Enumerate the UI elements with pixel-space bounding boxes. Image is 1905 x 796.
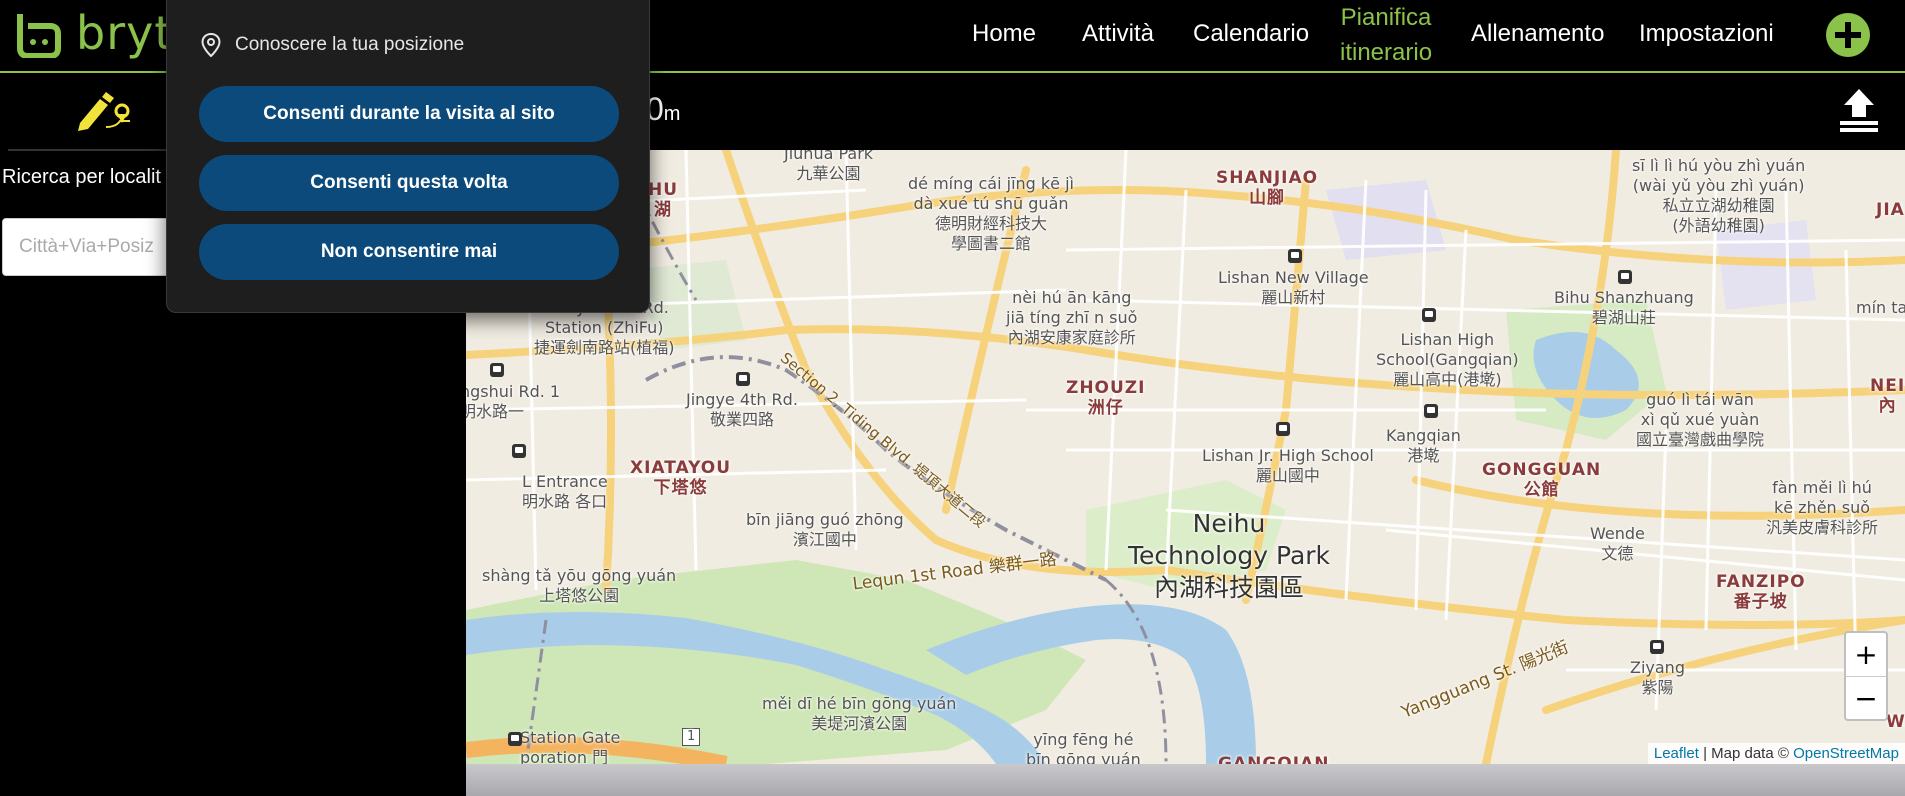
bus-stop-icon[interactable] <box>1618 270 1632 284</box>
bus-stop-icon[interactable] <box>736 372 750 386</box>
allow-while-visiting-button[interactable]: Consenti durante la visita al sito <box>199 86 619 142</box>
map-label: ZHOUZI 洲仔 <box>1066 378 1146 418</box>
permission-question: Conoscere la tua posizione <box>201 33 464 57</box>
map-label: yīng fēng hé bīn gōng yuán <box>1026 730 1141 764</box>
bus-stop-icon[interactable] <box>1288 249 1302 263</box>
map-header: 0m <box>466 73 1905 150</box>
map-label: Wende 文德 <box>1590 524 1645 563</box>
map-label: Jiuhua Park 九華公園 <box>784 150 874 183</box>
location-pin-icon <box>201 33 221 57</box>
map-label: FANZIPO 番子坡 <box>1716 572 1806 612</box>
map-label: Bihu Shanzhuang 碧湖山莊 <box>1554 288 1694 327</box>
nav-attivita[interactable]: Attività <box>1082 20 1154 48</box>
map-label: ngshui Rd. 1 明水路一 <box>466 382 561 421</box>
map-label: guó lì tái wān xì qǔ xué yuàn 國立臺灣戲曲學院 <box>1636 390 1765 449</box>
plus-circle-icon <box>1835 22 1861 48</box>
brand-logo-icon[interactable] <box>16 12 62 58</box>
nav-impostazioni[interactable]: Impostazioni <box>1639 20 1774 48</box>
nav-pianifica-itinerario[interactable]: Pianifica itinerario <box>1340 0 1432 70</box>
nav-active-line2: itinerario <box>1340 39 1433 66</box>
bus-stop-icon[interactable] <box>1424 404 1438 418</box>
map-label: sī lì lì hú yòu zhì yuán (wài yǔ yòu zhì … <box>1632 156 1806 235</box>
route-distance: 0m <box>646 91 680 128</box>
attribution-text: | Map data © <box>1698 745 1794 762</box>
upload-icon[interactable] <box>1836 87 1882 133</box>
nav-home[interactable]: Home <box>972 20 1036 48</box>
never-allow-button[interactable]: Non consentire mai <box>199 224 619 280</box>
leaflet-link[interactable]: Leaflet <box>1654 745 1699 762</box>
permission-question-text: Conoscere la tua posizione <box>235 34 465 55</box>
nav-calendario[interactable]: Calendario <box>1193 20 1309 48</box>
map-route-marker: 1 <box>682 728 701 746</box>
map-label: NEI 內 <box>1870 376 1905 416</box>
map-label: JIA <box>1876 200 1905 220</box>
map-label: XIATAYOU 下塔悠 <box>630 458 732 498</box>
allow-this-time-button[interactable]: Consenti questa volta <box>199 155 619 211</box>
map-label: GANGQIAN <box>1218 754 1330 764</box>
map-label: Jingye 4th Rd. 敬業四路 <box>686 390 798 429</box>
map-label: fàn měi lì hú kē zhěn suǒ 汎美皮膚科診所 <box>1766 478 1879 537</box>
map-attribution: Leaflet | Map data © OpenStreetMap <box>1647 743 1905 764</box>
bus-stop-icon[interactable] <box>512 444 526 458</box>
map-tiles <box>466 150 1905 764</box>
map-label: Lishan New Village 麗山新村 <box>1218 268 1369 307</box>
pencil-route-icon[interactable] <box>76 91 134 131</box>
location-permission-popup: Conoscere la tua posizione Consenti dura… <box>166 0 650 313</box>
map-label-neihu-technology-park: Neihu Technology Park 內湖科技園區 <box>1128 509 1331 602</box>
map-label: Station Gate poration 門 <box>520 728 621 764</box>
map-label: nèi hú ān kāng jiā tíng zhī n suǒ 內湖安康家庭診所 <box>1006 288 1138 347</box>
map-label: Kangqian 港墘 <box>1386 426 1461 465</box>
search-label: Ricerca per localit <box>2 166 161 188</box>
zoom-in-button[interactable]: + <box>1846 633 1886 676</box>
nav-active-line1: Pianifica <box>1340 4 1432 31</box>
map-label: WA <box>1886 712 1905 732</box>
bus-stop-icon[interactable] <box>508 732 522 746</box>
map-label: mín ta <box>1856 298 1905 317</box>
zoom-out-button[interactable]: − <box>1846 676 1886 720</box>
map-label: Ziyang 紫陽 <box>1630 658 1685 697</box>
map-label: GONGGUAN 公館 <box>1482 460 1602 500</box>
map-label: L Entrance 明水路 各口 <box>522 472 608 511</box>
nav-allenamento[interactable]: Allenamento <box>1471 20 1604 48</box>
add-button[interactable] <box>1826 13 1870 57</box>
bus-stop-icon[interactable] <box>1276 422 1290 436</box>
map-label: měi dī hé bīn gōng yuán 美堤河濱公園 <box>762 694 957 733</box>
map-view[interactable]: Jiuhua Park 九華公園 dé míng cái jīng kē jì dà… <box>466 150 1905 764</box>
bottom-strip <box>466 764 1905 796</box>
bus-stop-icon[interactable] <box>1650 640 1664 654</box>
bus-stop-icon[interactable] <box>490 363 504 377</box>
zoom-control: + − <box>1844 631 1888 721</box>
openstreetmap-link[interactable]: OpenStreetMap <box>1793 745 1899 762</box>
map-label: Lishan Jr. High School 麗山國中 <box>1202 446 1374 485</box>
distance-unit: m <box>663 103 681 125</box>
map-label: shàng tǎ yōu gōng yuán 上塔悠公園 <box>482 566 677 605</box>
map-label: Lishan High School(Gangqian) 麗山高中(港墘) <box>1376 330 1519 389</box>
bus-stop-icon[interactable] <box>1422 308 1436 322</box>
map-label: dé míng cái jīng kē jì dà xué tú shū guǎn… <box>908 174 1074 253</box>
map-label: SHANJIAO 山腳 <box>1216 168 1319 208</box>
map-label: bīn jiāng guó zhōng 濱江國中 <box>746 510 904 549</box>
map-label: HU 湖 <box>648 180 679 220</box>
